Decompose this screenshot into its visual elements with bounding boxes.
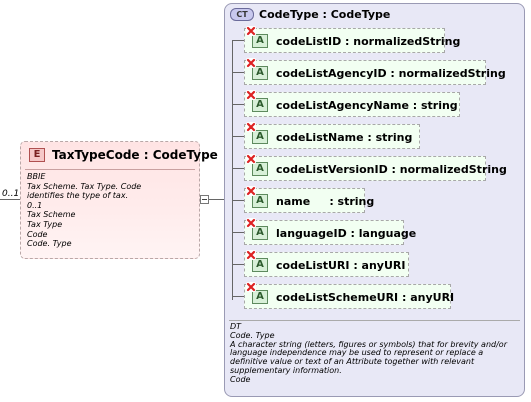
attribute-label: codeListName : string [276,131,413,144]
attribute-tree-trunk [232,40,233,300]
element-doc-line: 0..1 [27,200,43,210]
attribute-badge: A [252,98,268,112]
complex-type-documentation: DT Code. Type A character string (letter… [230,322,520,385]
element-multiplicity: 0..1 [2,189,20,199]
element-divider [25,169,195,170]
attribute-branch [232,72,244,73]
complex-type-divider [229,320,520,321]
attribute-name[interactable]: A name : string [244,186,374,213]
complex-type-badge: CT [230,8,254,21]
attribute-label: codeListID : normalizedString [276,35,461,48]
element-doc-line: Tax Type [27,219,63,229]
attribute-badge: A [252,290,268,304]
element-badge: E [29,148,45,162]
complex-type-doc-line: A character string (letters, figures or … [230,339,507,375]
attribute-codelisturi[interactable]: A codeListURI : anyURI [244,250,409,277]
attribute-badge: A [252,162,268,176]
attribute-badge: A [252,130,268,144]
attribute-branch [232,168,244,169]
prohibited-x-icon [246,218,256,228]
prohibited-x-icon [246,26,256,36]
complex-type-title: CodeType : CodeType [259,8,391,21]
attribute-label: codeListVersionID : normalizedString [276,163,507,176]
attribute-branch [232,136,244,137]
element-doc-line: Tax Scheme [27,210,76,220]
attribute-label: name : string [276,195,375,208]
element-doc-line: Code [27,229,48,239]
prohibited-x-icon [246,122,256,132]
attribute-codelistversionid[interactable]: A codeListVersionID : normalizedString [244,154,507,181]
complex-type-doc-line: Code [230,374,251,384]
attribute-branch [232,104,244,105]
attribute-codelistname[interactable]: A codeListName : string [244,122,420,149]
attribute-branch [232,40,244,41]
attribute-label: codeListSchemeURI : anyURI [276,291,455,304]
attribute-branch [232,200,244,201]
prohibited-x-icon [246,186,256,196]
prohibited-x-icon [246,90,256,100]
element-header: E TaxTypeCode : CodeType [21,142,218,169]
attribute-codelistagencyid[interactable]: A codeListAgencyID : normalizedString [244,58,506,85]
element-doc-line: BBIE [27,172,46,181]
prohibited-x-icon [246,58,256,68]
attribute-badge: A [252,258,268,272]
attribute-languageid[interactable]: A languageID : language [244,218,416,245]
attribute-codelistschemeuri[interactable]: A codeListSchemeURI : anyURI [244,282,455,309]
element-doc-line: identifies the type of tax. [27,191,129,201]
attribute-codelistid[interactable]: A codeListID : normalizedString [244,26,460,53]
attribute-badge: A [252,194,268,208]
attribute-badge: A [252,66,268,80]
element-name: TaxTypeCode : CodeType [52,148,218,162]
attribute-branch [232,264,244,265]
collapse-toggle-icon[interactable] [200,195,209,204]
element-doc-line: Tax Scheme. Tax Type. Code [27,181,142,191]
attribute-badge: A [252,34,268,48]
attribute-label: codeListAgencyName : string [276,99,458,112]
element-taxtypecode[interactable]: E TaxTypeCode : CodeType BBIE Tax Scheme… [20,141,218,259]
attribute-branch [232,296,244,297]
prohibited-x-icon [246,282,256,292]
incoming-connector [0,199,20,200]
element-doc-line: Code. Type [27,239,72,249]
element-documentation: BBIE Tax Scheme. Tax Type. Code identifi… [27,172,141,249]
attribute-branch [232,232,244,233]
attribute-label: codeListAgencyID : normalizedString [276,67,506,80]
prohibited-x-icon [246,250,256,260]
complex-type-codetype[interactable]: CT CodeType : CodeType A codeListID : no… [224,3,525,397]
attribute-badge: A [252,226,268,240]
attribute-label: languageID : language [276,227,417,240]
attribute-codelistagencyname[interactable]: A codeListAgencyName : string [244,90,460,117]
attribute-label: codeListURI : anyURI [276,259,406,272]
prohibited-x-icon [246,154,256,164]
